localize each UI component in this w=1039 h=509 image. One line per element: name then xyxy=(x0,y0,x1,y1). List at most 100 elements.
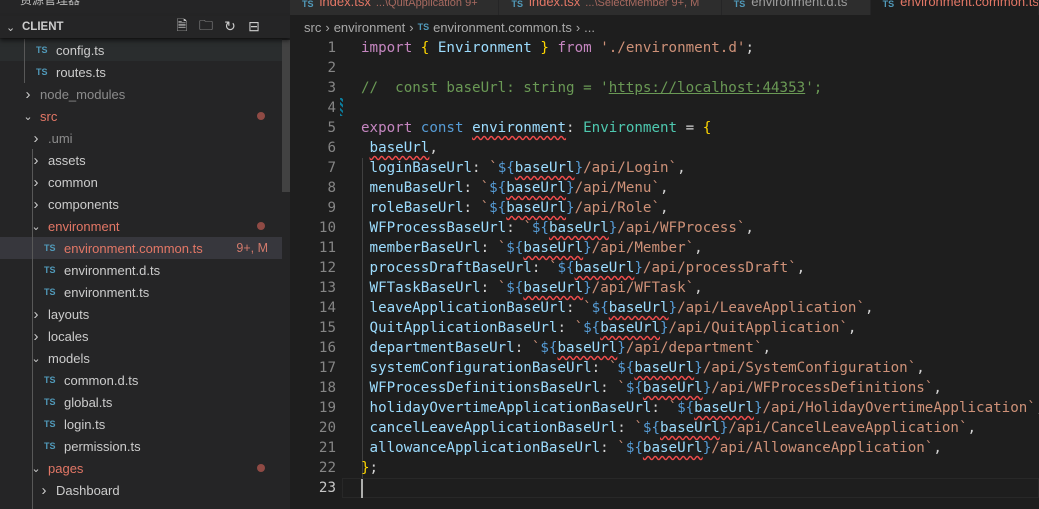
folder-item[interactable]: ⌄ pages xyxy=(0,457,282,479)
code-line[interactable]: roleBaseUrl: `${baseUrl}/api/Role`, xyxy=(361,198,669,218)
code-line[interactable]: menuBaseUrl: `${baseUrl}/api/Menu`, xyxy=(361,178,669,198)
line-number: 23 xyxy=(318,480,336,496)
refresh-icon[interactable]: ↻ xyxy=(222,18,238,35)
code-token: /api/processDraft` xyxy=(642,260,797,276)
breadcrumb: src › environment › TS environment.common.ts ›… xyxy=(290,16,1039,38)
folder-item[interactable]: › assets xyxy=(0,149,282,171)
code-token: import xyxy=(361,40,413,56)
code-line[interactable]: holidayOvertimeApplicationBaseUrl: `${ba… xyxy=(361,398,1039,418)
typescript-file-icon: TS xyxy=(44,419,56,429)
code-token: : xyxy=(472,160,490,176)
code-token: ` xyxy=(634,420,643,436)
code-line[interactable]: WFProcessDefinitionsBaseUrl: `${baseUrl}… xyxy=(361,378,942,398)
file-item[interactable]: TS login.ts xyxy=(0,413,282,435)
folder-item[interactable]: › node_modules xyxy=(0,83,282,105)
tab-0[interactable]: TS index.tsx ...\QuitApplication 9+ xyxy=(290,0,500,15)
tab-2[interactable]: TS environment.d.ts xyxy=(721,0,871,15)
chevron-right-icon: › xyxy=(33,129,39,147)
code-token: ${ xyxy=(531,220,549,236)
code-token: ` xyxy=(489,160,498,176)
file-item[interactable]: TS permission.ts xyxy=(0,435,282,457)
new-file-icon[interactable]: 🗎 xyxy=(174,17,190,35)
item-label: common.d.ts xyxy=(64,372,139,388)
code-line[interactable]: WFTaskBaseUrl: `${baseUrl}/api/WFTask`, xyxy=(361,278,703,298)
breadcrumb-item[interactable]: src xyxy=(304,20,321,35)
folder-item[interactable]: › common xyxy=(0,171,282,193)
code-token: : xyxy=(557,320,575,336)
collapse-all-icon[interactable]: ⊟ xyxy=(246,18,262,35)
code-line[interactable]: QuitApplicationBaseUrl: `${baseUrl}/api/… xyxy=(361,318,857,338)
code-token: , xyxy=(933,440,942,456)
section-header-client[interactable]: ⌄ CLIENT 🗎 🗀 ↻ ⊟ xyxy=(0,16,290,38)
code-editor[interactable]: 1 import { Environment } from './environm… xyxy=(290,38,1039,509)
code-line[interactable]: export const environment: Environment = … xyxy=(361,118,711,138)
code-line[interactable]: allowanceApplicationBaseUrl: `${baseUrl}… xyxy=(361,438,942,458)
code-token: , xyxy=(694,280,703,296)
folder-item[interactable]: › locales xyxy=(0,325,282,347)
folder-item[interactable]: ⌄ environment xyxy=(0,215,282,237)
breadcrumb-item[interactable]: ... xyxy=(584,20,595,35)
new-folder-icon[interactable]: 🗀 xyxy=(198,17,214,35)
typescript-file-icon: TS xyxy=(882,0,895,9)
file-item[interactable]: TS environment.common.ts 9+, M xyxy=(0,237,282,259)
folder-item[interactable]: › .umi xyxy=(0,127,282,149)
item-label: src xyxy=(40,108,58,124)
file-item[interactable]: TS routes.ts xyxy=(0,61,282,83)
line-number: 7 xyxy=(327,160,336,176)
breadcrumb-item[interactable]: environment.common.ts xyxy=(433,20,572,35)
sidebar-scrollbar[interactable] xyxy=(282,40,290,192)
tree-indent-guide xyxy=(24,39,25,83)
code-line[interactable]: WFProcessBaseUrl: `${baseUrl}/api/WFProc… xyxy=(361,218,754,238)
code-line[interactable]: // const baseUrl: string = 'https://loca… xyxy=(361,78,822,98)
code-line[interactable]: systemConfigurationBaseUrl: `${baseUrl}/… xyxy=(361,358,925,378)
item-label: global.ts xyxy=(64,394,113,410)
code-line[interactable]: loginBaseUrl: `${baseUrl}/api/Login`, xyxy=(361,158,686,178)
code-token: baseUrl xyxy=(514,160,575,176)
code-line[interactable]: memberBaseUrl: `${baseUrl}/api/Member`, xyxy=(361,238,703,258)
code-line[interactable]: departmentBaseUrl: `${baseUrl}/api/depar… xyxy=(361,338,772,358)
tab-1[interactable]: TS index.tsx ...\SelectMember 9+, M xyxy=(499,0,722,15)
code-token: const xyxy=(420,120,464,136)
item-label: layouts xyxy=(48,306,90,322)
code-line[interactable]: cancelLeaveApplicationBaseUrl: `${baseUr… xyxy=(361,418,977,438)
code-line[interactable]: import { Environment } from './environme… xyxy=(361,38,754,58)
code-line[interactable]: }; xyxy=(361,458,378,478)
line-number: 10 xyxy=(318,220,336,236)
typescript-file-icon: TS xyxy=(417,22,430,32)
breadcrumb-item[interactable]: environment xyxy=(334,20,406,35)
code-line[interactable]: leaveApplicationBaseUrl: `${baseUrl}/api… xyxy=(361,298,874,318)
file-item[interactable]: TS config.ts xyxy=(0,39,282,61)
code-token: baseUrl xyxy=(369,140,430,156)
code-token: baseUrl xyxy=(694,400,754,416)
line-number: 13 xyxy=(318,280,336,296)
code-token: } xyxy=(608,220,618,236)
folder-item[interactable]: › layouts xyxy=(0,303,282,325)
code-token: } xyxy=(694,360,703,376)
code-token: leaveApplicationBaseUrl xyxy=(369,300,567,316)
code-token: : xyxy=(566,120,584,136)
code-line[interactable]: baseUrl, xyxy=(361,138,438,158)
folder-item[interactable]: ⌄ models xyxy=(0,347,282,369)
code-token: ${ xyxy=(506,280,524,296)
code-token: memberBaseUrl xyxy=(369,240,481,256)
folder-item[interactable]: › components xyxy=(0,193,282,215)
file-item[interactable]: TS environment.ts xyxy=(0,281,282,303)
folder-item[interactable]: ⌄ src xyxy=(0,105,282,127)
tab-label: environment.d.ts xyxy=(751,0,848,9)
code-token: baseUrl xyxy=(557,340,618,356)
code-token: roleBaseUrl xyxy=(369,200,464,216)
item-label: environment.d.ts xyxy=(64,262,161,278)
file-item[interactable]: TS environment.d.ts xyxy=(0,259,282,281)
file-item[interactable]: TS global.ts xyxy=(0,391,282,413)
file-item[interactable]: TS common.d.ts xyxy=(0,369,282,391)
folder-item[interactable]: › Dashboard xyxy=(0,479,282,501)
tab-3[interactable]: TS environment.common.ts xyxy=(870,0,1039,15)
code-token: ; xyxy=(745,40,754,56)
code-line[interactable]: processDraftBaseUrl: `${baseUrl}/api/pro… xyxy=(361,258,806,278)
